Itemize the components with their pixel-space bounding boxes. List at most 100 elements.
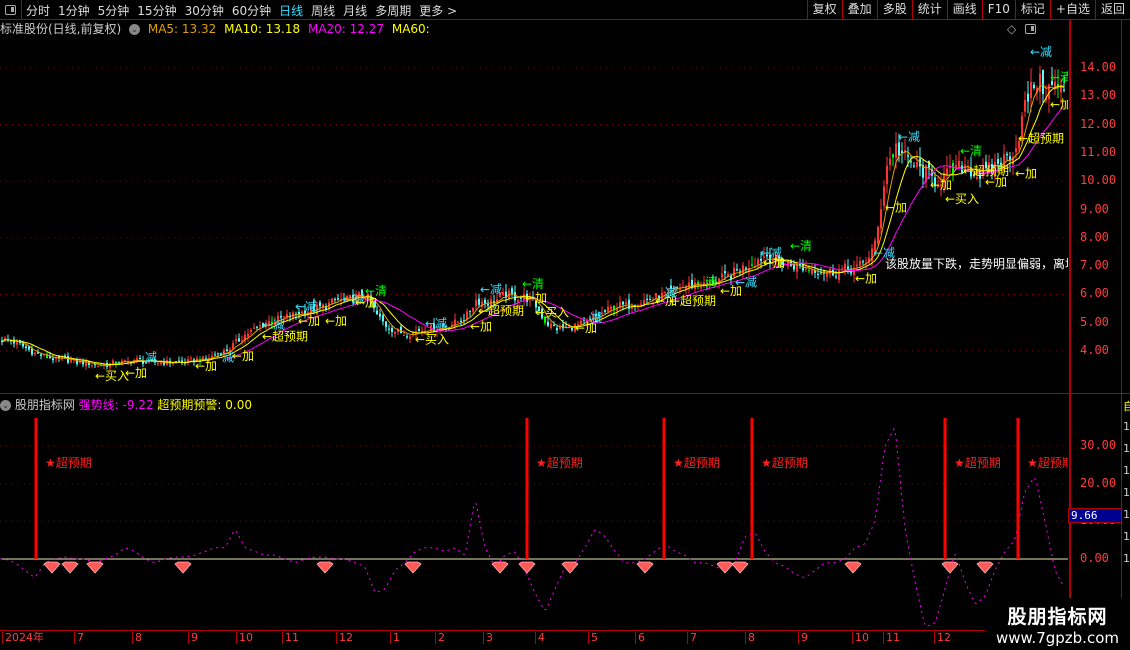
signal-annotation: ←加 [763,256,785,270]
signal-annotation: ←减 [425,317,447,331]
candle-body [895,143,897,158]
candle-body [250,329,252,332]
candle-body [1015,148,1017,153]
candle-body [388,328,390,330]
time-tick-label: 4 [535,632,545,644]
candle-body [1030,81,1032,99]
candle-body [646,298,648,300]
candle-body [337,298,339,300]
side-column-cell: 1 [1123,486,1130,499]
candle-body [562,324,564,329]
signal-annotation: 减 [145,351,157,365]
strength-line-value: 强势线: -9.22 [78,398,154,412]
candle-body [52,358,54,361]
candle-body [631,307,633,309]
side-column-cell: 1 [1123,552,1130,565]
signal-label: ★超预期 [536,455,583,470]
gem-icon [404,561,422,574]
candle-body [319,302,321,307]
candle-body [520,297,522,299]
candle-body [235,339,237,342]
candle-body [457,321,459,323]
signal-annotation: ←加 [1015,167,1037,181]
candle-body [1039,73,1041,93]
signal-annotation: ←清 [365,284,387,298]
candle-body [751,264,753,266]
time-tick-label: 3 [483,632,493,644]
candle-body [460,320,462,323]
candle-body [1063,89,1065,91]
signal-bar [1016,418,1020,559]
candle-body [514,292,516,301]
candle-body [94,364,96,366]
candle-body [259,325,261,327]
candle-body [556,327,558,331]
watermark: 股朋指标网 www.7gpzb.com [985,598,1130,650]
candle-body [160,362,162,365]
candle-body [604,310,606,312]
price-tick-label: 8.00 [1080,229,1109,244]
gem-icon [316,561,334,574]
signal-annotation: ←加 [525,291,547,305]
time-tick-label: 2024年 [2,632,44,644]
side-column-cell: 1 [1123,530,1130,543]
candle-body [817,273,819,275]
gem-icon [561,561,579,574]
side-column-cell: 1 [1123,508,1130,521]
signal-annotation: ←减 [295,300,317,314]
candle-body [409,336,411,339]
gem-icon [61,561,79,574]
signal-bar [525,418,529,559]
candle-body [382,315,384,322]
candle-body [511,288,513,294]
signal-annotation: ←清 [790,239,812,253]
candle-body [91,364,93,366]
candle-body [847,266,849,270]
candle-body [859,261,861,266]
gem-icon [491,561,509,574]
watermark-url: www.7gpzb.com [996,629,1119,647]
toolbar-button[interactable]: 返回 [1094,0,1130,20]
candle-body [889,158,891,165]
candle-body [721,273,723,278]
candle-body [856,264,858,267]
signal-annotation: ←减 [1030,45,1052,59]
signal-annotation: ←买入 [945,192,979,206]
candle-body [67,356,69,363]
candle-body [571,327,573,331]
candle-body [1060,86,1062,93]
candle-body [835,276,837,278]
candle-body [886,165,888,185]
price-tick-label: 5.00 [1080,314,1109,329]
candle-body [625,302,627,304]
price-tick-label: 7.00 [1080,258,1109,273]
signal-annotation: ←清 [522,277,544,291]
signal-annotation: ←加 [930,178,952,192]
candle-body [913,165,915,167]
time-axis [0,630,1068,631]
candle-body [418,328,420,332]
gem-icon [941,561,959,574]
candle-body [13,339,15,344]
candle-body [172,363,174,365]
side-column-cell: 自 [1123,400,1130,413]
candle-body [49,356,51,359]
chart-canvas[interactable]: ←买入←加减←加减←加←超预期←减←减←加 ←加←减←加←清←减←买入←加←超预期… [0,0,1068,630]
candle-body [892,154,894,158]
candle-body [232,342,234,349]
chevron-down-icon[interactable]: ⌄ [0,400,11,411]
pane-separator[interactable] [0,393,1130,394]
signal-annotation: ←买入 [535,305,569,319]
indicator-name: 股朋指标网 [14,398,75,412]
candle-body [211,355,213,358]
candle-body [379,313,381,317]
time-tick-label: 6 [635,632,645,644]
signal-label: ★超预期 [45,455,92,470]
candle-body [916,162,918,167]
signal-label: ★超预期 [954,455,1001,470]
candle-body [283,316,285,318]
candle-body [757,259,759,265]
side-column-cell: 1 [1123,464,1130,477]
candle-body [811,269,813,275]
time-tick-label: 8 [132,632,142,644]
